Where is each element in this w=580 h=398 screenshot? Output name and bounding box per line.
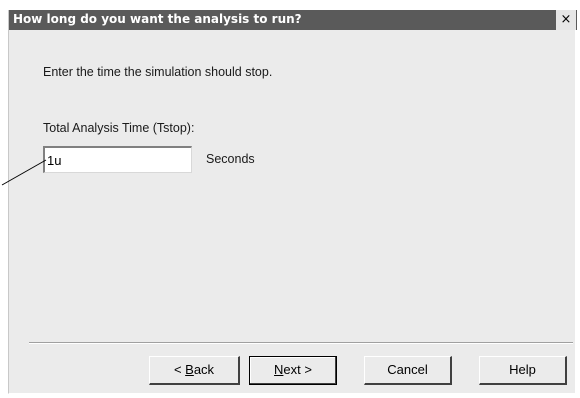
back-button-prefix: < [173, 362, 186, 377]
back-button-label: ack [193, 362, 215, 377]
separator [29, 342, 573, 344]
help-button[interactable]: Help [479, 356, 567, 385]
next-button[interactable]: Next > [249, 356, 337, 385]
dialog-window: How long do you want the analysis to run… [8, 10, 577, 394]
help-button-label: Help [509, 362, 536, 377]
back-button-hotkey: B [185, 362, 194, 377]
cancel-button[interactable]: Cancel [364, 356, 452, 385]
total-analysis-time-label: Total Analysis Time (Tstop): [43, 121, 195, 135]
instruction-text: Enter the time the simulation should sto… [43, 65, 273, 79]
next-button-hotkey: N [274, 362, 284, 377]
close-button[interactable]: × [556, 10, 576, 30]
cancel-button-label: Cancel [387, 362, 428, 377]
back-button[interactable]: < Back [149, 356, 240, 385]
dialog-title: How long do you want the analysis to run… [13, 12, 302, 26]
next-button-label: ext > [283, 362, 312, 377]
title-bar[interactable]: How long do you want the analysis to run… [9, 10, 577, 30]
close-icon: × [560, 12, 572, 27]
units-label: Seconds [206, 152, 255, 166]
total-analysis-time-input[interactable] [43, 146, 192, 173]
